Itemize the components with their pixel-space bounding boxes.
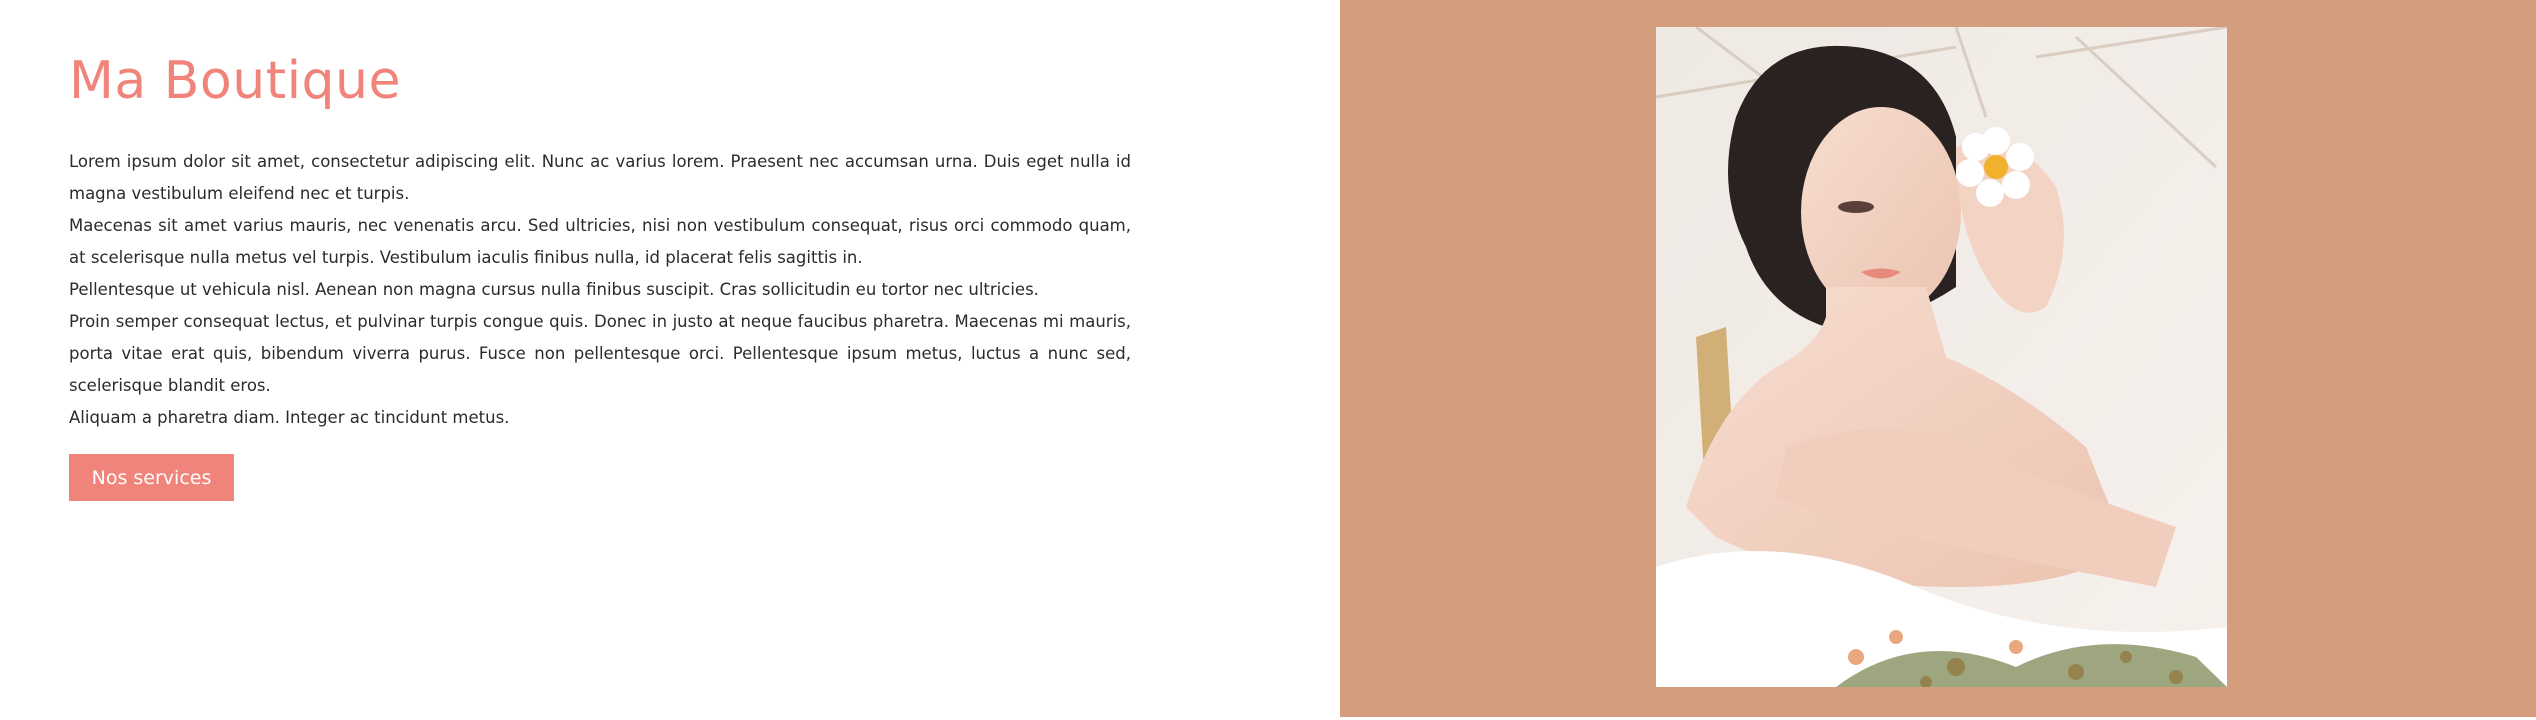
paragraph: Lorem ipsum dolor sit amet, consectetur … — [69, 152, 1131, 203]
hero-image-panel — [1340, 0, 2536, 717]
hero-text-section: Ma Boutique Lorem ipsum dolor sit amet, … — [0, 0, 1340, 720]
page: Ma Boutique Lorem ipsum dolor sit amet, … — [0, 0, 2536, 720]
hero-description: Lorem ipsum dolor sit amet, consectetur … — [69, 146, 1131, 434]
paragraph: Aliquam a pharetra diam. Integer ac tinc… — [69, 408, 510, 427]
page-title: Ma Boutique — [69, 51, 401, 111]
hero-photo — [1656, 27, 2227, 687]
portrait-illustration — [1656, 27, 2227, 687]
services-button[interactable]: Nos services — [69, 454, 234, 501]
paragraph: Maecenas sit amet varius mauris, nec ven… — [69, 216, 1131, 267]
paragraph: Pellentesque ut vehicula nisl. Aenean no… — [69, 280, 1039, 299]
paragraph: Proin semper consequat lectus, et pulvin… — [69, 312, 1131, 395]
